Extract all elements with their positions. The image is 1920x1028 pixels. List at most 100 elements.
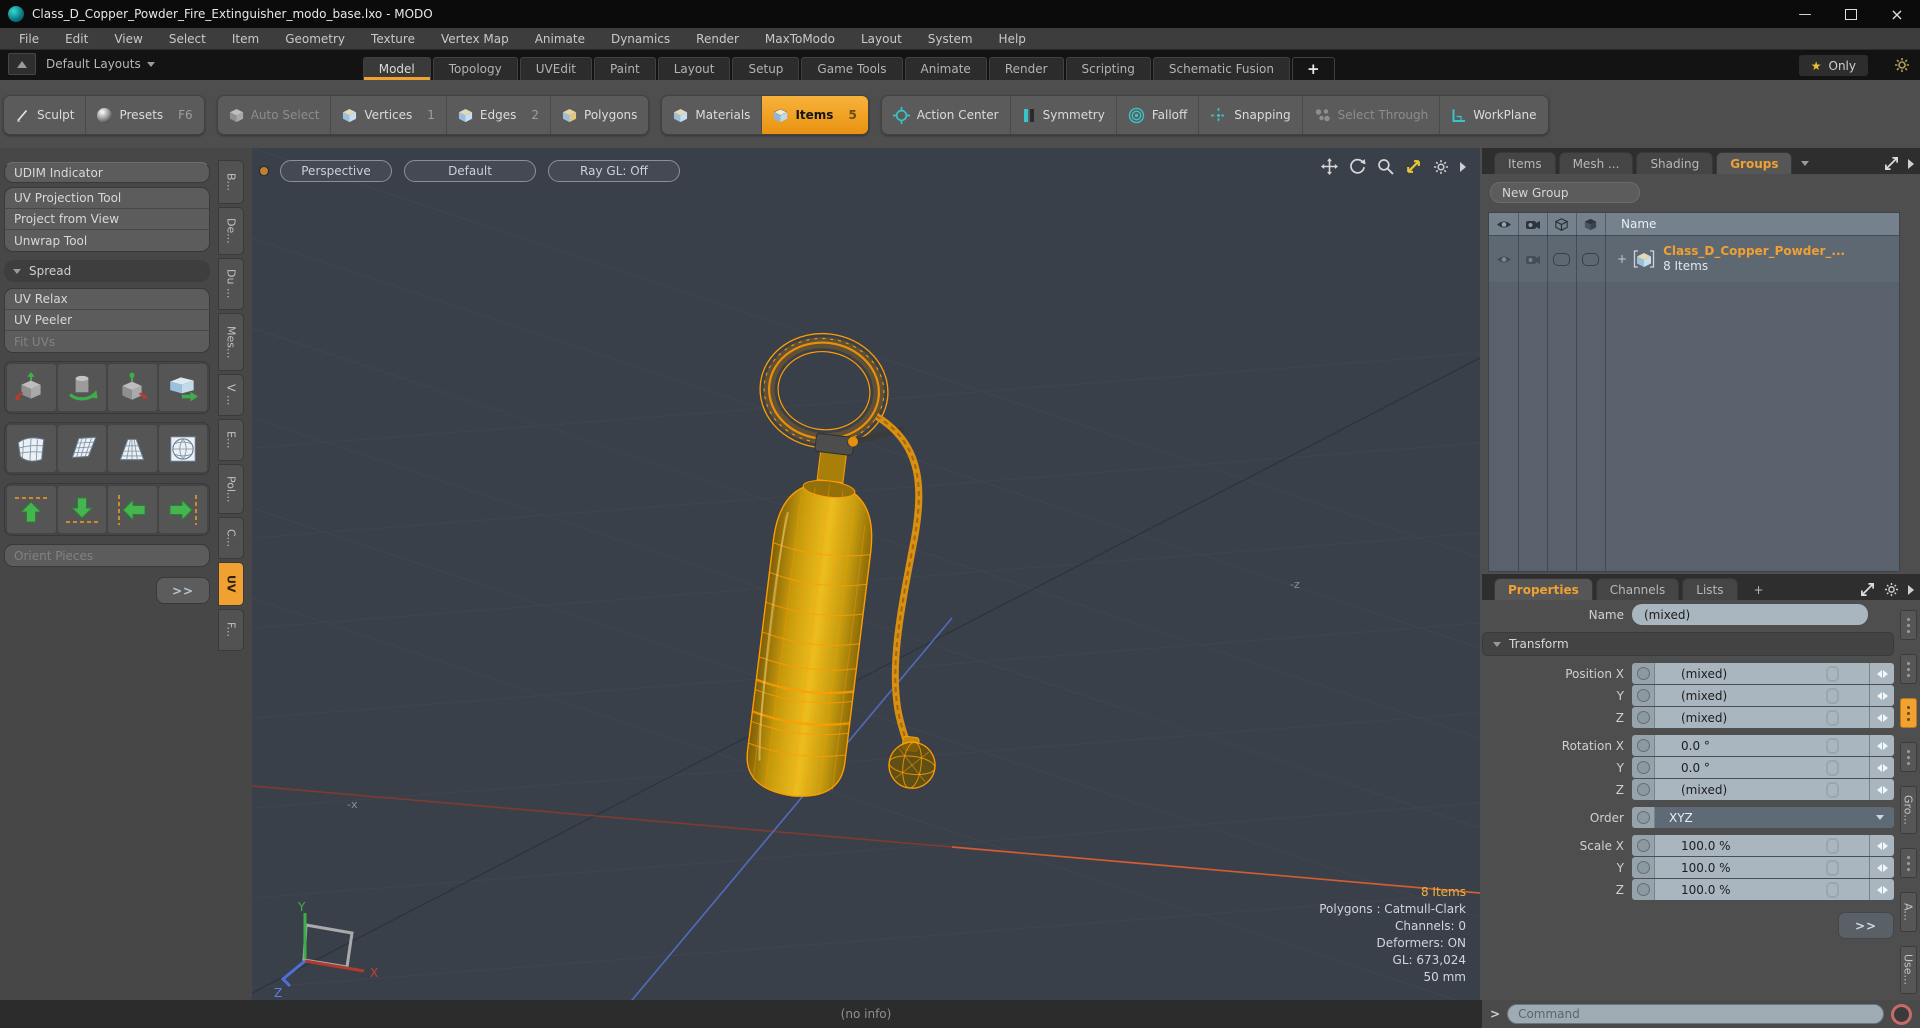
sculpt-button[interactable]: Sculpt <box>4 96 87 134</box>
group-row[interactable]: + Class_D_Copper_Powder_... 8 Items <box>1489 235 1899 282</box>
only-toggle-button[interactable]: ★ Only <box>1798 55 1868 76</box>
tab-uvedit[interactable]: UVEdit <box>519 57 592 80</box>
command-input[interactable] <box>1507 1004 1884 1024</box>
name-column-header[interactable]: Name <box>1621 217 1656 231</box>
tab-game-tools[interactable]: Game Tools <box>801 57 903 80</box>
panel-handle[interactable] <box>1899 848 1917 878</box>
name-field[interactable]: (mixed) <box>1632 604 1868 625</box>
channel-toggle[interactable] <box>1632 857 1655 878</box>
layout-gear-icon[interactable] <box>1894 57 1910 76</box>
add-properties-tab-button[interactable]: + <box>1741 579 1777 600</box>
channel-toggle[interactable] <box>1632 663 1655 684</box>
stepper[interactable] <box>1869 879 1894 900</box>
sidebar-more-button[interactable]: >> <box>156 577 210 604</box>
expand-group-toggle[interactable]: + <box>1617 252 1627 266</box>
row-select-checkbox[interactable] <box>1576 252 1605 266</box>
stepper[interactable] <box>1869 663 1894 684</box>
lock-icon[interactable] <box>1826 737 1839 754</box>
menu-animate[interactable]: Animate <box>522 28 598 50</box>
snapping-button[interactable]: Snapping <box>1199 96 1303 134</box>
orient-pieces-button[interactable]: Orient Pieces <box>5 545 209 566</box>
items-button[interactable]: Items 5 <box>762 96 868 134</box>
group-name-block[interactable]: Class_D_Copper_Powder_... 8 Items <box>1663 244 1845 274</box>
rotation-y-field[interactable]: 0.0 ° <box>1655 757 1869 778</box>
falloff-button[interactable]: Falloff <box>1117 96 1200 134</box>
panel-handle[interactable] <box>1899 610 1917 640</box>
menu-help[interactable]: Help <box>986 28 1039 50</box>
symmetry-button[interactable]: Symmetry <box>1011 96 1117 134</box>
lock-icon[interactable] <box>1826 665 1839 682</box>
vertical-tab-c[interactable]: C... <box>218 517 244 559</box>
record-macro-icon[interactable] <box>1891 1003 1912 1025</box>
lock-column-header[interactable] <box>1547 217 1576 231</box>
tab-topology[interactable]: Topology <box>432 57 518 80</box>
panel-handle[interactable] <box>1899 742 1917 772</box>
position-y-field[interactable]: (mixed) <box>1655 685 1869 706</box>
viewport-menu-dot-icon[interactable] <box>260 167 268 175</box>
tab-schematic-fusion[interactable]: Schematic Fusion <box>1152 57 1291 80</box>
viewport-expand-arrow-icon[interactable] <box>1460 161 1466 172</box>
tab-groups[interactable]: Groups <box>1716 152 1793 174</box>
vertical-tab-e[interactable]: E... <box>218 419 244 461</box>
ray-gl-button[interactable]: Ray GL: Off <box>548 160 680 182</box>
extend-tool-button[interactable] <box>158 364 207 411</box>
shading-mode-button[interactable]: Default <box>404 160 536 182</box>
tab-render[interactable]: Render <box>988 57 1064 80</box>
uv-sheet-tool-button[interactable] <box>57 425 106 472</box>
row-lock-checkbox[interactable] <box>1547 252 1576 266</box>
properties-gear-icon[interactable] <box>1884 582 1899 597</box>
tab-layout[interactable]: Layout <box>657 57 731 80</box>
vertical-tab-mes[interactable]: Mes... <box>218 313 244 371</box>
tab-setup[interactable]: Setup <box>732 57 800 80</box>
order-dropdown[interactable]: XYZ <box>1655 807 1894 828</box>
viewport-3d-canvas[interactable]: -x -z Y X Z <box>252 148 1480 1000</box>
layout-switcher[interactable]: Default Layouts <box>46 57 155 71</box>
layout-up-button[interactable] <box>8 53 36 75</box>
viewport-gear-icon[interactable] <box>1433 159 1449 175</box>
row-visibility-toggle[interactable] <box>1489 254 1518 265</box>
side-tab-a[interactable]: A... <box>1899 892 1917 932</box>
uv-sphere-tool-button[interactable] <box>158 425 207 472</box>
menu-geometry[interactable]: Geometry <box>272 28 358 50</box>
render-column-header[interactable] <box>1518 218 1547 230</box>
menu-texture[interactable]: Texture <box>358 28 428 50</box>
orbit-icon[interactable] <box>1349 158 1366 175</box>
menu-maxtomodo[interactable]: MaxToModo <box>752 28 848 50</box>
stepper[interactable] <box>1869 857 1894 878</box>
vertical-tab-uv[interactable]: UV <box>218 562 244 606</box>
align-up-button[interactable] <box>7 486 56 533</box>
view-mode-button[interactable]: Perspective <box>280 160 392 182</box>
vertical-tab-de[interactable]: De... <box>218 207 244 255</box>
menu-item[interactable]: Item <box>219 28 272 50</box>
viewport-3d[interactable]: -x -z Y X Z Perspective Default Ray GL: … <box>252 148 1480 1000</box>
uv-peeler-button[interactable]: UV Peeler <box>5 310 209 331</box>
minimize-button[interactable]: — <box>1782 0 1828 28</box>
tab-model[interactable]: Model <box>362 57 431 80</box>
channel-toggle[interactable] <box>1632 707 1655 728</box>
maximize-viewport-icon[interactable] <box>1405 158 1422 175</box>
align-right-button[interactable] <box>158 486 207 533</box>
menu-select[interactable]: Select <box>156 28 219 50</box>
uv-relax-button[interactable]: UV Relax <box>5 289 209 310</box>
vertical-tab-b[interactable]: B... <box>218 160 244 204</box>
position-x-field[interactable]: (mixed) <box>1655 663 1869 684</box>
menu-render[interactable]: Render <box>683 28 752 50</box>
stepper[interactable] <box>1869 685 1894 706</box>
visibility-column-header[interactable] <box>1489 219 1518 230</box>
spread-section-header[interactable]: Spread <box>4 260 210 282</box>
menu-edit[interactable]: Edit <box>52 28 101 50</box>
uv-trapezoid-tool-button[interactable] <box>108 425 157 472</box>
edges-button[interactable]: Edges 2 <box>447 96 552 134</box>
udim-indicator-button[interactable]: UDIM Indicator <box>4 162 210 183</box>
position-z-field[interactable]: (mixed) <box>1655 707 1869 728</box>
rotation-x-field[interactable]: 0.0 ° <box>1655 735 1869 756</box>
vertical-tab-f[interactable]: F... <box>218 609 244 651</box>
fit-uvs-button[interactable]: Fit UVs <box>5 331 209 352</box>
new-group-button[interactable]: New Group <box>1490 182 1640 203</box>
unwrap-tool-button[interactable]: Unwrap Tool <box>5 230 209 251</box>
menu-dynamics[interactable]: Dynamics <box>598 28 683 50</box>
materials-button[interactable]: Materials <box>662 96 763 134</box>
panel-arrow-icon[interactable] <box>1908 158 1914 169</box>
tab-channels[interactable]: Channels <box>1595 578 1680 600</box>
channel-toggle[interactable] <box>1632 685 1655 706</box>
